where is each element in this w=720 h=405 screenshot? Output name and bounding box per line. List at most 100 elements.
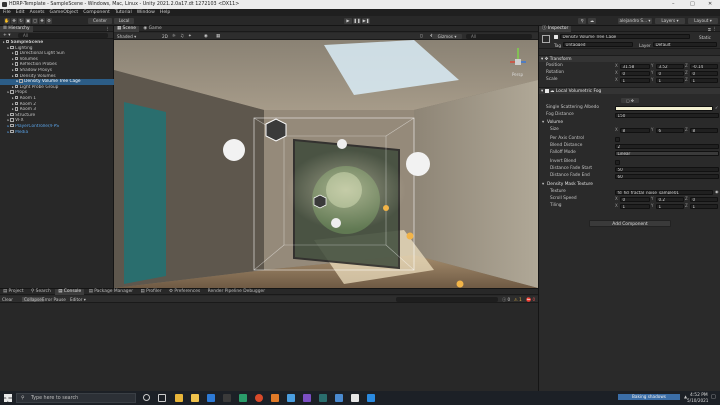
console-search-field[interactable] [396,297,498,302]
rotate-tool-icon[interactable]: ↻ [18,18,24,24]
size-z-field[interactable]: 8 [690,127,718,133]
hierarchy-search-field[interactable]: All [18,33,108,38]
add-object-icon[interactable]: + ▾ [3,33,10,38]
fade-end-field[interactable]: 60 [615,173,719,179]
clock-time[interactable]: 4:52 PM [690,393,708,398]
maximize-icon[interactable]: □ [690,1,695,7]
minimize-icon[interactable]: – [672,1,675,7]
notification-icon[interactable]: □ [711,394,716,400]
static-label[interactable]: Static [699,35,711,40]
light-gizmo-icon[interactable] [383,205,389,211]
light-gizmo-icon[interactable] [406,232,414,240]
layout-dropdown[interactable]: Layout ▾ [688,18,718,24]
per-axis-checkbox[interactable] [615,136,620,142]
browser-icon[interactable] [255,394,263,402]
2d-toggle[interactable]: 2D [162,34,168,39]
app-icon[interactable] [271,394,279,402]
step-button[interactable]: ▶❚ [362,18,370,24]
menu-window[interactable]: Window [137,10,155,15]
reflection-probe-gizmo[interactable] [223,139,245,161]
scroll-y-field[interactable]: 0.2 [656,196,684,202]
clock-date[interactable]: 5/10/2021 [687,398,708,403]
custom-tool-icon[interactable]: ⚙ [46,18,52,24]
blend-distance-field[interactable]: 2 [615,143,719,149]
tab-profiler[interactable]: ▤ Profiler [138,289,165,295]
taskbar-search-input[interactable]: ⚲ Type here to search [16,393,136,403]
rotation-z-field[interactable]: 0 [690,70,718,76]
cortana-icon[interactable] [143,394,150,401]
scroll-x-field[interactable]: 0 [620,196,650,202]
rotation-x-field[interactable]: 0 [620,70,650,76]
size-y-field[interactable]: 6 [656,127,684,133]
close-icon[interactable]: ✕ [708,1,712,7]
hand-tool-icon[interactable]: ✋ [4,18,10,24]
tab-search[interactable]: ⚲ Search [28,289,54,295]
active-checkbox[interactable] [554,35,558,39]
object-picker-icon[interactable]: ◉ [715,189,719,195]
file-explorer-icon[interactable] [191,394,199,402]
audio-toggle-icon[interactable]: ♫ [180,34,184,39]
volumetric-fog-header[interactable]: ▾ ☁ Local Volumetric Fog [539,87,720,94]
transform-tool-icon[interactable]: ❖ [39,18,45,24]
hierarchy-item[interactable]: ▸ Media [0,129,114,136]
edit-volume-buttons[interactable]: ▢ ✥ [621,98,639,103]
layer-dropdown[interactable]: Default [653,42,717,47]
reflection-probe-gizmo[interactable] [406,152,430,176]
lighting-toggle-icon[interactable]: ☼ [172,34,176,39]
volume-foldout[interactable]: ▾ Volume [539,120,720,126]
vscode-icon[interactable] [367,394,375,402]
scale-x-field[interactable]: 1 [620,77,650,83]
position-z-field[interactable]: -0.14 [690,63,718,69]
layers-dropdown[interactable]: Layers ▾ [655,18,685,24]
gizmos-dropdown[interactable]: Gizmos ▾ [432,34,462,39]
reflection-probe-gizmo[interactable] [337,139,347,149]
app-icon[interactable] [287,394,295,402]
persp-label[interactable]: Persp [512,72,523,77]
density-volume-icon[interactable] [313,194,327,209]
editor-dropdown[interactable]: Editor ▾ [70,297,86,302]
size-x-field[interactable]: 8 [620,127,650,133]
position-x-field[interactable]: 31.58 [620,63,650,69]
tab-preferences[interactable]: ⚙ Preferences [166,289,203,295]
menu-edit[interactable]: Edit [16,10,25,15]
unity-icon[interactable] [351,394,359,402]
windows-start-icon[interactable] [4,394,12,402]
search-icon[interactable]: ⚲ [578,18,586,24]
visibility-icon[interactable]: ◉ [204,34,208,39]
scene-search-field[interactable]: All [466,34,532,39]
reflection-probe-gizmo[interactable] [331,218,341,228]
density-volume-icon[interactable] [265,118,287,142]
orientation-gizmo-center[interactable] [515,59,521,65]
panel-menu-icon[interactable]: ⋮ [713,27,718,32]
pause-button[interactable]: ❚❚ [353,18,361,24]
camera-icon[interactable]: ▯ [420,34,422,39]
scale-z-field[interactable]: 1 [690,77,718,83]
transform-header[interactable]: ▾ ✥ Transform [539,55,720,62]
menu-component[interactable]: Component [83,10,110,15]
lock-icon[interactable]: ⚿ [708,27,711,32]
invert-blend-checkbox[interactable] [615,159,620,165]
app-icon[interactable] [335,394,343,402]
chrome-icon[interactable] [175,394,183,402]
rotation-y-field[interactable]: 0 [656,70,684,76]
app-icon[interactable] [239,394,247,402]
scroll-z-field[interactable]: 0 [690,196,718,202]
tab-inspector[interactable]: ⓘ Inspector [539,26,572,32]
warning-count-badge[interactable]: ⚠ 1 [514,297,522,302]
scale-tool-icon[interactable]: ▣ [25,18,31,24]
scene-viewport[interactable]: Persp [114,40,538,288]
menu-assets[interactable]: Assets [30,10,45,15]
light-gizmo-icon[interactable] [456,280,464,288]
clear-button[interactable]: Clear [2,297,13,302]
texture-field[interactable]: fd_hd_fractal_noise_sample01 [615,189,713,195]
shading-mode-dropdown[interactable]: Shaded ▾ [116,34,156,39]
scene-render[interactable]: Persp [114,40,538,288]
position-y-field[interactable]: 3.52 [656,63,684,69]
scale-y-field[interactable]: 1 [656,77,684,83]
effects-toggle-icon[interactable]: ✦ [188,34,192,39]
move-tool-icon[interactable]: ✥ [11,18,17,24]
tiling-x-field[interactable]: 1 [620,203,650,209]
pivot-center-button[interactable]: Center [88,18,112,24]
tab-console[interactable]: ▤ Console [55,289,85,295]
tab-scene[interactable]: ▦ Scene [114,26,139,32]
